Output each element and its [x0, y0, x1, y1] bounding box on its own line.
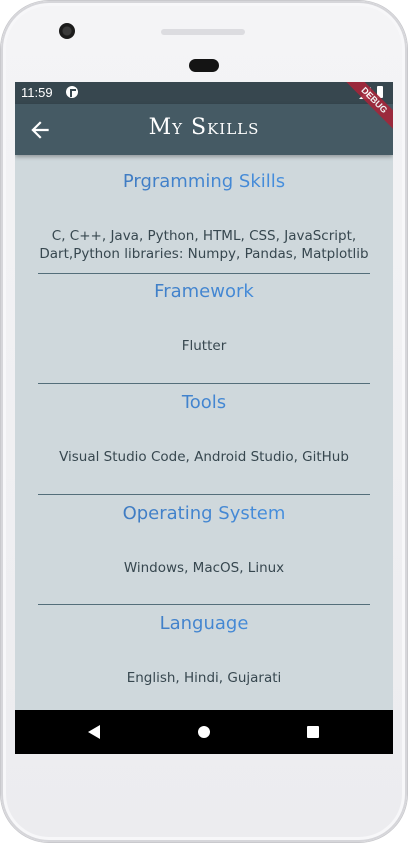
section-heading: Tools — [15, 392, 393, 413]
nav-back-icon[interactable] — [88, 725, 100, 739]
nav-recents-icon[interactable] — [307, 726, 319, 738]
phone-frame: 11:59 DEBUG My Skills Prgramming Skills … — [1, 1, 407, 842]
divider — [38, 604, 370, 605]
divider — [38, 273, 370, 274]
section-body: Windows, MacOS, Linux — [123, 560, 285, 576]
section-body: C, C++, Java, Python, HTML, CSS, JavaScr… — [39, 228, 369, 262]
section-body: Visual Studio Code, Android Studio, GitH… — [59, 449, 349, 465]
device-screen: 11:59 DEBUG My Skills Prgramming Skills … — [15, 82, 393, 754]
front-camera-icon — [59, 23, 75, 39]
system-nav-bar — [15, 710, 393, 754]
section-heading: Prgramming Skills — [15, 171, 393, 192]
app-bar: My Skills — [15, 104, 393, 155]
status-time: 11:59 — [21, 85, 53, 100]
divider — [38, 383, 370, 384]
earpiece-speaker — [161, 29, 245, 35]
section-heading: Language — [15, 613, 393, 634]
status-bar: 11:59 — [15, 82, 393, 104]
app-notification-icon — [66, 86, 78, 98]
page-title: My Skills — [148, 115, 260, 140]
section-body: Flutter — [181, 338, 227, 354]
proximity-sensor — [189, 59, 219, 72]
section-heading: Operating System — [15, 503, 393, 524]
section-heading: Framework — [15, 281, 393, 302]
nav-home-icon[interactable] — [198, 726, 210, 738]
section-body: English, Hindi, Gujarati — [126, 670, 282, 686]
divider — [38, 494, 370, 495]
